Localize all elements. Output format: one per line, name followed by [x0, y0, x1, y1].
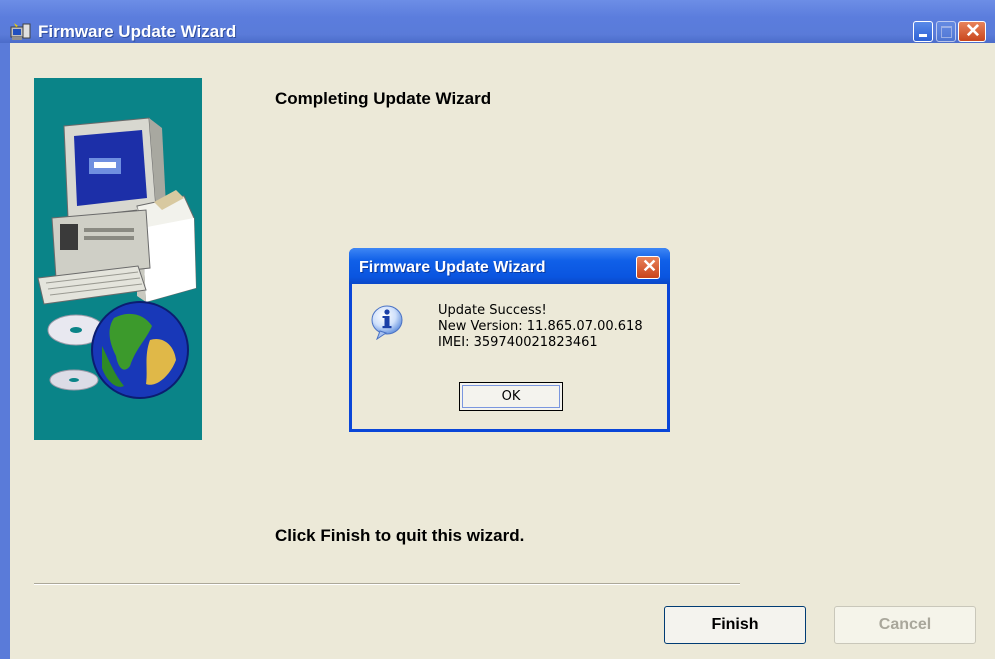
- cancel-button: Cancel: [834, 606, 976, 644]
- title-bar[interactable]: Firmware Update Wizard ✕: [0, 0, 995, 43]
- dialog-message-imei: IMEI: 359740021823461: [438, 335, 598, 350]
- info-icon: [371, 305, 403, 340]
- ok-button[interactable]: OK: [459, 382, 563, 411]
- close-button[interactable]: ✕: [958, 21, 986, 42]
- dialog-title-bar[interactable]: Firmware Update Wizard ✕: [349, 248, 670, 284]
- wizard-app-icon: [10, 23, 31, 40]
- dialog-message-status: Update Success!: [438, 303, 547, 318]
- dialog-close-button[interactable]: ✕: [636, 256, 660, 279]
- wizard-side-image: [34, 78, 202, 440]
- wizard-instruction: Click Finish to quit this wizard.: [275, 526, 525, 545]
- dialog-body: Update Success! New Version: 11.865.07.0…: [352, 284, 667, 429]
- wizard-heading: Completing Update Wizard: [275, 89, 492, 108]
- close-icon: ✕: [965, 21, 981, 42]
- divider: [34, 583, 740, 585]
- window-frame: [0, 43, 10, 659]
- maximize-button: [936, 21, 956, 42]
- window-title: Firmware Update Wizard: [38, 22, 237, 41]
- dialog-message-version: New Version: 11.865.07.00.618: [438, 319, 643, 334]
- wizard-window: Firmware Update Wizard ✕ Completing Upda…: [0, 0, 995, 659]
- computer-globe-illustration: [37, 117, 197, 399]
- minimize-button[interactable]: [913, 21, 933, 42]
- dialog-title: Firmware Update Wizard: [359, 259, 546, 276]
- close-icon: ✕: [642, 256, 658, 276]
- finish-button[interactable]: Finish: [664, 606, 806, 644]
- message-dialog: Firmware Update Wizard ✕ Update Success!…: [349, 248, 670, 432]
